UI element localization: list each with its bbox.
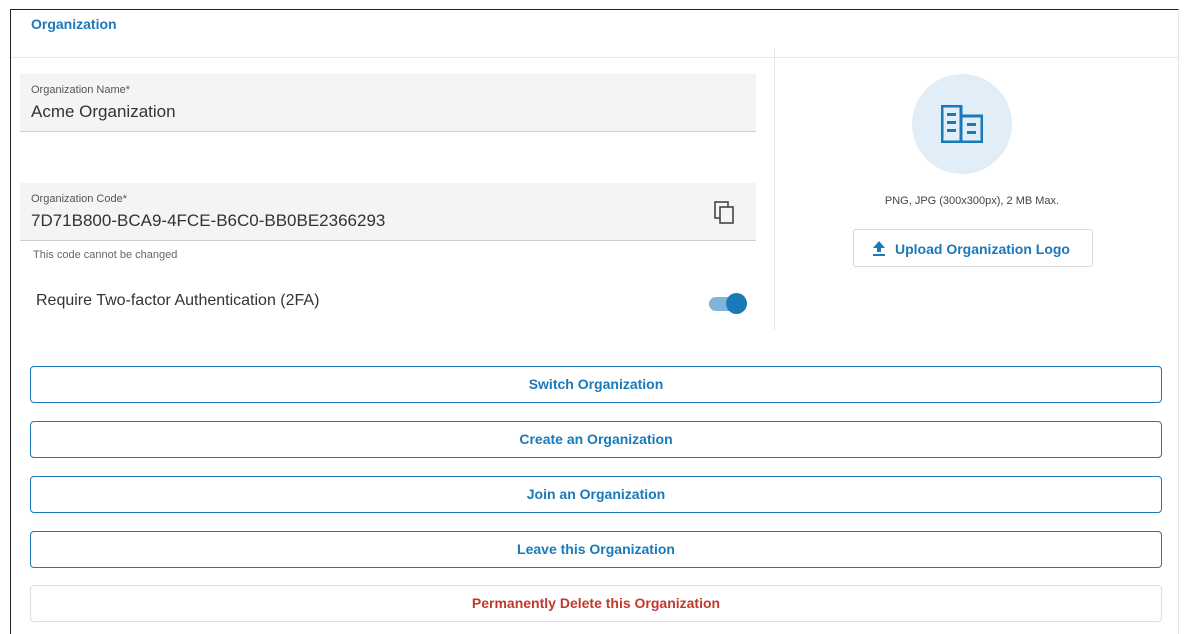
upload-logo-label: Upload Organization Logo: [895, 241, 1070, 257]
org-code-helper: This code cannot be changed: [33, 249, 178, 261]
toggle-knob: [726, 293, 747, 314]
upload-logo-button[interactable]: Upload Organization Logo: [853, 229, 1093, 267]
org-name-field[interactable]: Organization Name* Acme Organization: [20, 74, 756, 132]
org-name-value[interactable]: Acme Organization: [31, 102, 176, 122]
join-organization-button[interactable]: Join an Organization: [30, 476, 1162, 513]
two-factor-toggle[interactable]: [709, 293, 747, 314]
logo-placeholder: [912, 74, 1012, 174]
org-code-value: 7D71B800-BCA9-4FCE-B6C0-BB0BE2366293: [31, 211, 386, 230]
upload-hint: PNG, JPG (300x300px), 2 MB Max.: [884, 195, 1060, 207]
switch-organization-button[interactable]: Switch Organization: [30, 366, 1162, 403]
leave-organization-button[interactable]: Leave this Organization: [30, 531, 1162, 568]
column-divider: [774, 48, 775, 330]
org-code-field: Organization Code* 7D71B800-BCA9-4FCE-B6…: [20, 183, 756, 241]
two-factor-label: Require Two-factor Authentication (2FA): [36, 292, 320, 309]
card-header: Organization: [11, 10, 1178, 58]
card-title: Organization: [31, 16, 117, 32]
org-code-label: Organization Code*: [31, 193, 128, 205]
two-factor-row: Require Two-factor Authentication (2FA): [20, 288, 756, 318]
org-name-label: Organization Name*: [31, 84, 131, 96]
delete-organization-button[interactable]: Permanently Delete this Organization: [30, 585, 1162, 622]
organization-settings-page: Organization Organization Name* Acme Org…: [0, 0, 1191, 634]
create-organization-button[interactable]: Create an Organization: [30, 421, 1162, 458]
copy-icon[interactable]: [714, 201, 736, 225]
